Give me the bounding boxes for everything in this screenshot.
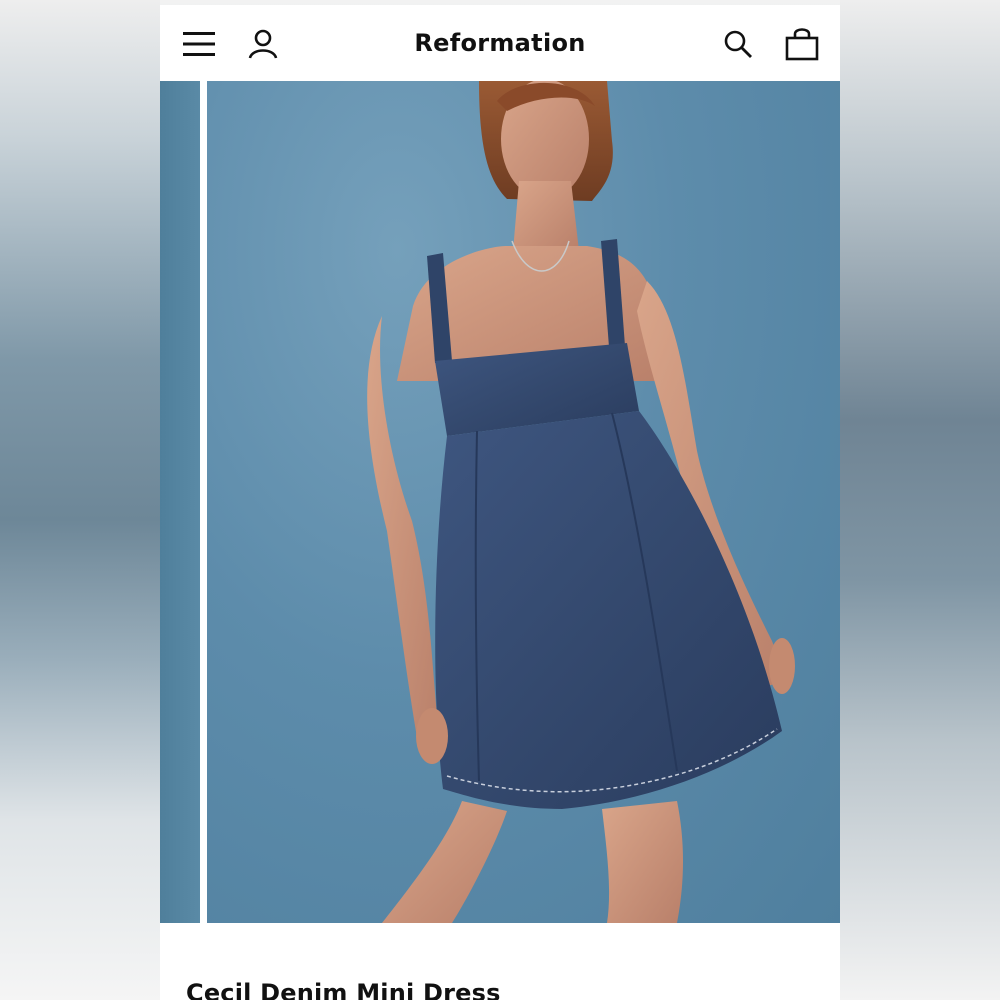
product-title: Cecil Denim Mini Dress <box>186 979 501 1000</box>
shopping-bag-button[interactable] <box>783 25 821 63</box>
blurred-background-right <box>840 0 1000 1000</box>
search-icon <box>724 30 752 58</box>
shopping-bag-icon <box>785 28 819 61</box>
blurred-background-left <box>0 0 160 1000</box>
product-image[interactable] <box>207 81 840 923</box>
product-image-gallery[interactable] <box>160 81 840 923</box>
previous-slide-peek[interactable] <box>160 81 200 923</box>
mobile-product-page: Reformation Cecil Denim Mini Dress <box>160 5 840 1000</box>
product-photo-illustration <box>367 81 795 923</box>
search-button[interactable] <box>719 25 757 63</box>
site-header: Reformation <box>160 5 840 81</box>
slide-divider <box>200 81 207 923</box>
